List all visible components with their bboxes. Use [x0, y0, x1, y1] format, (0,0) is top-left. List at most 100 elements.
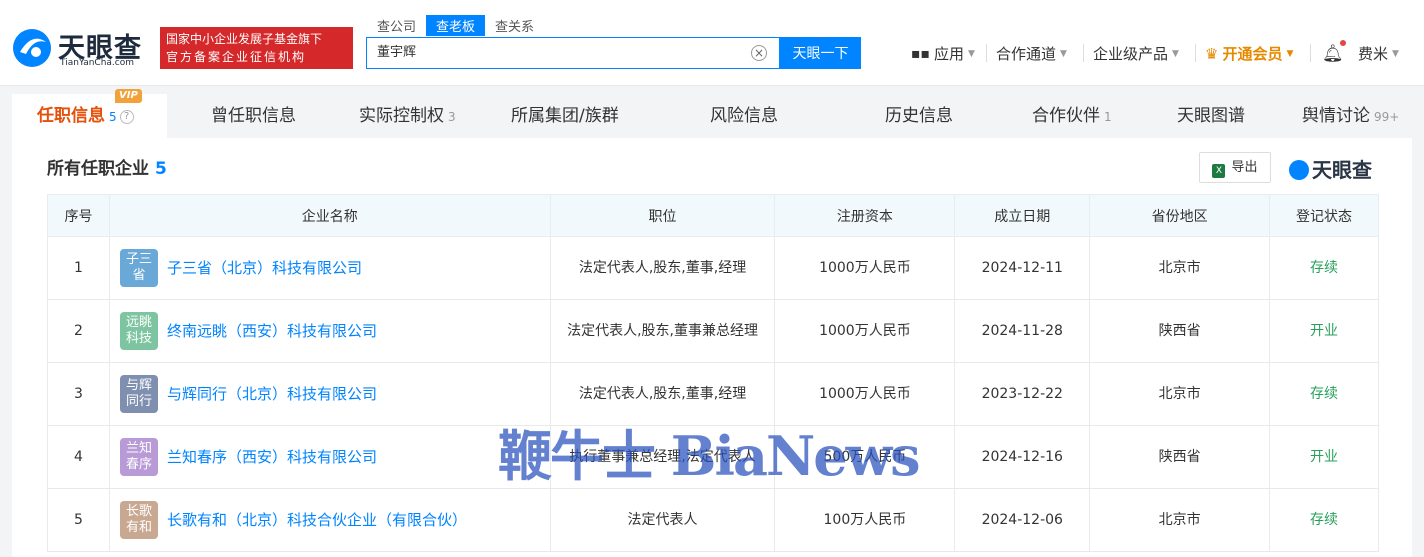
official-banner[interactable]: 国家中小企业发展子基金旗下 官方备案企业征信机构 [160, 27, 353, 69]
tab-partners[interactable]: 合作伙伴 1 [1032, 94, 1112, 138]
company-link[interactable]: 与辉同行（北京）科技有限公司 [167, 383, 377, 405]
user-menu[interactable]: 费米 ▼ [1358, 43, 1399, 64]
company-wrap: 与辉同行 与辉同行（北京）科技有限公司 [119, 375, 550, 413]
company-logo[interactable]: 长歌有和 [119, 501, 158, 539]
tab-label: 风险信息 [710, 106, 778, 126]
cell-region: 北京市 [1089, 236, 1271, 300]
help-icon[interactable]: ? [119, 110, 134, 124]
chevron-down-icon: ▼ [1172, 48, 1179, 59]
cell-no: 2 [47, 299, 110, 363]
banner-line-2: 官方备案企业征信机构 [166, 50, 307, 64]
table-row: 2 远眺科技 终南远眺（西安）科技有限公司 法定代表人,股东,董事兼总经理 1000万人… [47, 299, 1379, 363]
chevron-down-icon: ▼ [968, 48, 975, 59]
company-wrap: 长歌有和 长歌有和（北京）科技合伙企业（有限合伙） [119, 501, 550, 539]
user-name: 费米 [1358, 45, 1389, 63]
section-title: 所有任职企业 5 [47, 154, 167, 179]
cell-region: 陕西省 [1089, 299, 1271, 363]
nav-partner-channel[interactable]: 合作通道 ▼ [996, 43, 1067, 64]
nav-enterprise-label: 企业级产品 [1093, 45, 1169, 63]
tab-former-positions[interactable]: 曾任职信息 [211, 94, 296, 138]
company-wrap: 兰知春序 兰知春序（西安）科技有限公司 [119, 438, 550, 476]
cell-company: 长歌有和 长歌有和（北京）科技合伙企业（有限合伙） [108, 488, 551, 552]
cell-capital: 1000万人民币 [774, 362, 956, 426]
tab-graph[interactable]: 天眼图谱 [1177, 94, 1245, 138]
cell-company: 与辉同行 与辉同行（北京）科技有限公司 [108, 362, 551, 426]
nav-apps-label: 应用 [933, 45, 964, 63]
tab-label: 合作伙伴 [1032, 106, 1100, 126]
nav-apps[interactable]: ▪▪ 应用 ▼ [911, 43, 975, 64]
cell-date: 2024-12-16 [954, 425, 1091, 489]
cell-position: 法定代表人,股东,董事,经理 [549, 236, 776, 300]
cell-date: 2024-12-11 [954, 236, 1091, 300]
tab-risk[interactable]: 风险信息 [710, 94, 778, 138]
company-wrap: 子三省 子三省（北京）科技有限公司 [119, 249, 550, 287]
tab-history[interactable]: 历史信息 [885, 94, 953, 138]
nav-vip-label: 开通会员 [1222, 45, 1283, 63]
tab-count: 1 [1104, 110, 1112, 124]
table-header-row: 序号 企业名称 职位 注册资本 成立日期 省份地区 登记状态 [47, 194, 1379, 237]
search-tab-boss[interactable]: 查老板 [426, 15, 486, 36]
company-link[interactable]: 长歌有和（北京）科技合伙企业（有限合伙） [167, 509, 467, 531]
company-link[interactable]: 终南远眺（西安）科技有限公司 [167, 320, 377, 342]
cell-status: 开业 [1269, 425, 1379, 489]
chevron-down-icon: ▼ [1060, 48, 1067, 59]
cell-no: 5 [47, 488, 110, 552]
top-header: 天眼查 TianYanCha.com 国家中小企业发展子基金旗下 官方备案企业征… [0, 0, 1424, 86]
tab-count: 3 [448, 110, 456, 124]
tab-label: 任职信息 [37, 106, 105, 126]
cell-company: 子三省 子三省（北京）科技有限公司 [108, 236, 551, 300]
cell-position: 执行董事兼总经理,法定代表人 [549, 425, 776, 489]
tianyancha-logo-icon[interactable] [12, 28, 52, 68]
cell-capital: 1000万人民币 [774, 236, 956, 300]
nav-enterprise-products[interactable]: 企业级产品 ▼ [1093, 43, 1179, 64]
cell-no: 1 [47, 236, 110, 300]
company-logo[interactable]: 远眺科技 [119, 312, 158, 350]
tab-discussion[interactable]: 舆情讨论 99+ [1302, 94, 1399, 138]
company-logo[interactable]: 兰知春序 [119, 438, 158, 476]
tab-current-positions[interactable]: 任职信息 5? VIP [12, 89, 167, 138]
tab-group[interactable]: 所属集团/族群 [511, 94, 619, 138]
clear-icon[interactable]: × [751, 45, 767, 61]
tab-label: 天眼图谱 [1177, 106, 1245, 126]
brand-name: 天眼查 [1312, 158, 1372, 182]
tab-label: 所属集团/族群 [511, 106, 619, 126]
company-link[interactable]: 兰知春序（西安）科技有限公司 [167, 446, 377, 468]
tianyancha-logo-icon [1289, 160, 1309, 180]
cell-position: 法定代表人,股东,董事兼总经理 [549, 299, 776, 363]
tab-label: 实际控制权 [359, 106, 444, 126]
nav-divider [1195, 44, 1196, 62]
company-logo[interactable]: 与辉同行 [119, 375, 158, 413]
company-link[interactable]: 子三省（北京）科技有限公司 [167, 257, 362, 279]
company-logo[interactable]: 子三省 [119, 249, 158, 287]
cell-no: 4 [47, 425, 110, 489]
section-count: 5 [155, 159, 167, 179]
tab-label: 历史信息 [885, 106, 953, 126]
nav-partner-label: 合作通道 [996, 45, 1057, 63]
banner-line-1: 国家中小企业发展子基金旗下 [166, 32, 323, 46]
table-row: 5 长歌有和 长歌有和（北京）科技合伙企业（有限合伙） 法定代表人 100万人民币 202… [47, 488, 1379, 552]
cell-region: 北京市 [1089, 362, 1271, 426]
search-tab-relation[interactable]: 查关系 [485, 15, 544, 36]
cell-date: 2024-12-06 [954, 488, 1091, 552]
search-button[interactable]: 天眼一下 [780, 37, 861, 69]
nav-divider [1310, 44, 1311, 62]
cell-status: 存续 [1269, 236, 1379, 300]
nav-vip[interactable]: ♛ 开通会员 ▼ [1205, 43, 1293, 64]
cell-capital: 100万人民币 [774, 488, 956, 552]
cell-company: 兰知春序 兰知春序（西安）科技有限公司 [108, 425, 551, 489]
col-header-no: 序号 [47, 194, 110, 237]
cell-position: 法定代表人,股东,董事,经理 [549, 362, 776, 426]
tab-label: 曾任职信息 [211, 106, 296, 126]
search-input[interactable]: 董宇辉 × [366, 37, 780, 69]
cell-status: 存续 [1269, 362, 1379, 426]
grid-icon: ▪▪ [911, 45, 930, 62]
person-tabs: 任职信息 5? VIP 曾任职信息 实际控制权 3 所属集团/族群 风险信息 历史信… [0, 89, 1424, 138]
tab-label: 舆情讨论 [1302, 106, 1370, 126]
bell-icon[interactable]: 🔔︎ [1322, 44, 1344, 64]
cell-position: 法定代表人 [549, 488, 776, 552]
tab-actual-control[interactable]: 实际控制权 3 [359, 94, 456, 138]
tab-count: 99+ [1374, 110, 1400, 124]
export-button[interactable]: X 导出 [1199, 152, 1271, 183]
search-tab-company[interactable]: 查公司 [367, 15, 426, 36]
tab-count: 5 [109, 110, 117, 124]
